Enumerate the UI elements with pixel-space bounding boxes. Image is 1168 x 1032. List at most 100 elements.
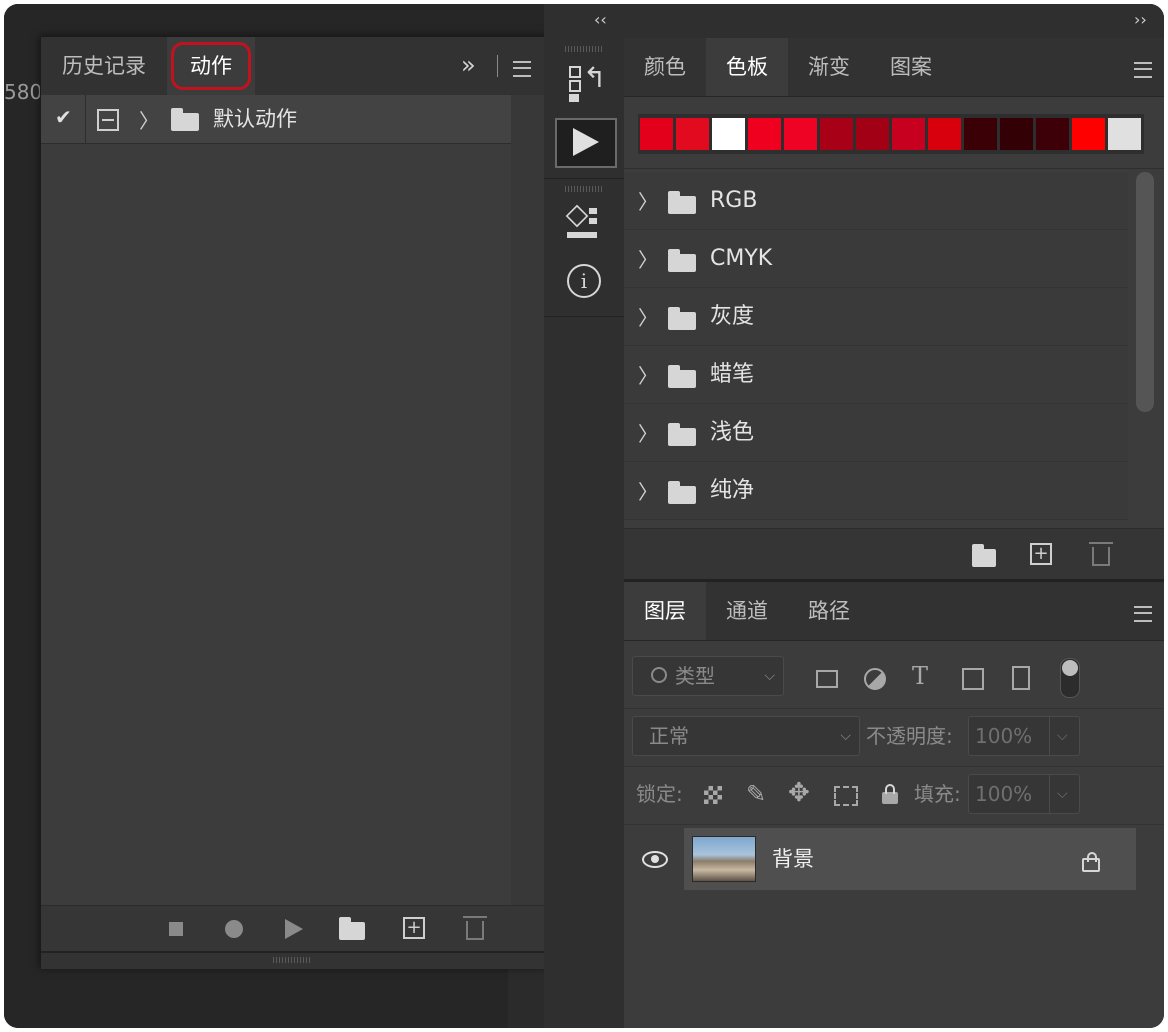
color-swatch[interactable] [676, 118, 709, 150]
filter-label: 类型 [675, 664, 715, 688]
tab-history[interactable]: 历史记录 [41, 37, 167, 95]
swatch-group-row[interactable]: 〉 CMYK [624, 230, 1128, 288]
eye-icon[interactable] [642, 851, 668, 868]
expand-icon[interactable]: ›› [1134, 10, 1147, 29]
tab-pattern[interactable]: 图案 [870, 38, 952, 96]
panel-menu-icon[interactable] [513, 61, 531, 77]
color-swatch[interactable] [892, 118, 925, 150]
chevron-right-icon[interactable]: 〉 [638, 244, 658, 273]
trash-icon[interactable] [463, 916, 487, 940]
color-swatch[interactable] [928, 118, 961, 150]
lock-label: 锁定: [636, 782, 683, 806]
swatch-group-row[interactable]: 〉 纯净 [624, 462, 1128, 520]
record-icon[interactable] [225, 920, 243, 938]
tab-color[interactable]: 颜色 [624, 38, 706, 96]
folder-icon [668, 423, 696, 446]
lock-transparency-icon[interactable] [704, 786, 722, 804]
trash-icon[interactable] [1089, 542, 1113, 566]
image-filter-icon[interactable] [816, 670, 838, 688]
swatch-group-label: 灰度 [710, 304, 755, 329]
actions-play-icon[interactable] [555, 118, 617, 168]
smart-object-filter-icon[interactable] [1012, 666, 1030, 690]
layer-filter-select[interactable]: 类型 ⌵ [632, 656, 784, 696]
shape-filter-icon[interactable] [962, 668, 984, 690]
color-swatch[interactable] [1036, 118, 1069, 150]
swatches-footer: + [624, 528, 1164, 579]
panel-menu-icon[interactable] [1134, 62, 1152, 78]
tab-channels[interactable]: 通道 [706, 582, 788, 640]
history-icon[interactable]: ↰ [555, 60, 613, 106]
chevron-right-icon[interactable]: 〉 [638, 302, 658, 331]
folder-icon [668, 249, 696, 272]
color-swatch[interactable] [1108, 118, 1141, 150]
new-action-icon[interactable]: + [403, 917, 425, 939]
divider [497, 55, 498, 77]
type-filter-icon[interactable]: T [912, 662, 928, 690]
scroll-track[interactable] [511, 95, 545, 905]
expand-panel-icon[interactable]: » [461, 51, 476, 79]
color-swatch[interactable] [748, 118, 781, 150]
tab-swatches[interactable]: 色板 [706, 38, 788, 96]
opacity-input[interactable]: 100% ⌵ [968, 716, 1080, 756]
divider [85, 95, 86, 143]
color-swatch[interactable] [964, 118, 997, 150]
divider [624, 168, 1164, 169]
opacity-label: 不透明度: [866, 724, 953, 748]
tab-paths[interactable]: 路径 [788, 582, 870, 640]
action-set-row[interactable]: ✔ 〉 默认动作 [41, 95, 511, 144]
folder-icon [171, 108, 199, 131]
swatch-group-row[interactable]: 〉 蜡笔 [624, 346, 1128, 404]
layer-row[interactable]: 背景 [624, 828, 1136, 890]
blend-mode-select[interactable]: 正常 ⌵ [632, 716, 860, 756]
lock-paint-brush-icon[interactable]: ✎ [746, 780, 766, 808]
swatches-panel: 颜色 色板 渐变 图案 〉 RGB 〉 CMYK 〉灰度〉蜡笔〉浅色〉纯净 + [624, 38, 1164, 579]
layers-panel: 图层 通道 路径 类型 ⌵ T 正常 ⌵ 不透明度: 100% ⌵ 锁定: ✎ … [624, 582, 1164, 1028]
properties-3d-icon[interactable] [555, 200, 613, 246]
color-swatch[interactable] [1072, 118, 1105, 150]
info-icon[interactable]: i [567, 264, 601, 298]
grip-icon [565, 186, 603, 192]
fill-input[interactable]: 100% ⌵ [968, 774, 1080, 814]
swatch-group-row[interactable]: 〉 浅色 [624, 404, 1128, 462]
color-swatch[interactable] [712, 118, 745, 150]
chevron-down-icon: ⌵ [764, 668, 775, 684]
folder-icon [668, 191, 696, 214]
new-swatch-icon[interactable]: + [1030, 543, 1052, 565]
color-swatch[interactable] [640, 118, 673, 150]
lock-move-icon[interactable]: ✥ [788, 778, 810, 808]
color-swatch[interactable] [1000, 118, 1033, 150]
tab-gradient[interactable]: 渐变 [788, 38, 870, 96]
resize-handle[interactable] [41, 951, 545, 969]
panel-menu-icon[interactable] [1134, 606, 1152, 622]
color-swatch[interactable] [856, 118, 889, 150]
chevron-right-icon[interactable]: 〉 [638, 418, 658, 447]
tab-layers[interactable]: 图层 [624, 582, 706, 640]
lock-artboard-icon[interactable] [834, 786, 858, 806]
stop-icon[interactable] [169, 922, 183, 936]
lock-all-icon[interactable] [882, 784, 898, 804]
divider [544, 316, 624, 317]
adjustment-filter-icon[interactable] [864, 668, 886, 690]
scroll-thumb[interactable] [1136, 172, 1154, 412]
swatch-group-row[interactable]: 〉 灰度 [624, 288, 1128, 346]
layer-name[interactable]: 背景 [772, 828, 814, 890]
new-set-folder-icon[interactable] [339, 917, 365, 940]
chevron-right-icon[interactable]: 〉 [638, 186, 658, 215]
play-icon[interactable] [285, 919, 303, 939]
chevron-right-icon[interactable]: 〉 [638, 360, 658, 389]
collapse-icon[interactable]: ‹‹ [594, 10, 607, 29]
color-swatch[interactable] [784, 118, 817, 150]
tab-actions[interactable]: 动作 [167, 37, 255, 95]
new-group-folder-icon[interactable] [972, 544, 996, 567]
layer-lock-icon[interactable] [1082, 852, 1100, 872]
chevron-right-icon[interactable]: 〉 [139, 105, 159, 134]
chevron-right-icon[interactable]: 〉 [638, 476, 658, 505]
divider [624, 824, 1164, 825]
opacity-value: 100% [975, 724, 1033, 748]
divider [544, 178, 624, 179]
dialog-toggle-icon[interactable] [97, 109, 119, 131]
check-icon[interactable]: ✔ [55, 105, 72, 129]
color-swatch[interactable] [820, 118, 853, 150]
filter-toggle[interactable] [1060, 658, 1080, 698]
swatch-group-row[interactable]: 〉 RGB [624, 172, 1128, 230]
